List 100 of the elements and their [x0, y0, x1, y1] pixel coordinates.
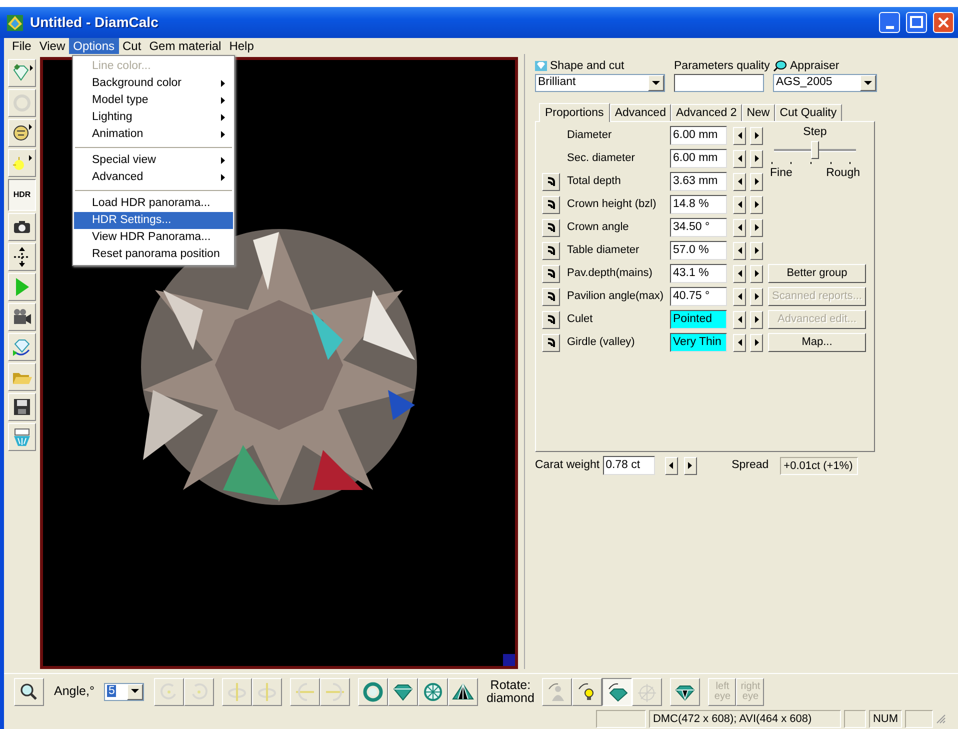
- menu-item[interactable]: Advanced: [74, 169, 233, 186]
- value-field[interactable]: 14.8 %: [670, 195, 727, 214]
- decrement-button[interactable]: [733, 334, 746, 352]
- tab[interactable]: Proportions: [539, 103, 610, 122]
- action-button[interactable]: Map...: [768, 333, 866, 352]
- lock-button[interactable]: [542, 264, 560, 282]
- lock-button[interactable]: [542, 218, 560, 236]
- decrement-button[interactable]: [733, 126, 746, 144]
- menu-item[interactable]: Cut: [118, 38, 146, 54]
- lock-button[interactable]: [542, 334, 560, 352]
- menu-item[interactable]: Model type: [74, 92, 233, 109]
- value-field[interactable]: 34.50 °: [670, 218, 727, 237]
- action-button[interactable]: Better group: [768, 264, 866, 283]
- tab[interactable]: New: [742, 104, 775, 121]
- tab[interactable]: Advanced: [610, 104, 671, 121]
- increment-button[interactable]: [750, 218, 763, 236]
- increment-button[interactable]: [750, 310, 763, 328]
- shape-dropdown[interactable]: Brilliant: [535, 74, 665, 92]
- menu-item[interactable]: Options: [69, 38, 118, 54]
- menu-item[interactable]: View: [35, 38, 70, 54]
- increment-button[interactable]: [750, 242, 763, 260]
- menu-item[interactable]: Animation: [74, 126, 233, 143]
- resize-handle[interactable]: [503, 654, 515, 666]
- menu-item[interactable]: Background color: [74, 75, 233, 92]
- maximize-button[interactable]: [906, 12, 927, 33]
- minimize-button[interactable]: [879, 12, 900, 33]
- increment-button[interactable]: [750, 150, 763, 168]
- left-arrow-icon: [738, 201, 742, 208]
- decrement-button[interactable]: [733, 310, 746, 328]
- left-arrow-icon: [738, 155, 742, 162]
- left-arrow-icon: [738, 178, 742, 185]
- quality-field[interactable]: [674, 74, 764, 92]
- lock-button[interactable]: [542, 242, 560, 260]
- decrement-button[interactable]: [733, 288, 746, 306]
- value-field[interactable]: 0.78 ct: [602, 456, 655, 475]
- app-icon: [6, 14, 24, 32]
- menu-item[interactable]: Special view: [74, 152, 233, 169]
- value-field[interactable]: 3.63 mm: [670, 172, 727, 191]
- value-field[interactable]: Very Thin: [670, 333, 727, 352]
- increment-button[interactable]: [750, 196, 763, 214]
- toolbar-label: Rotate: diamond: [485, 678, 536, 704]
- lock-button[interactable]: [542, 288, 560, 306]
- value-field[interactable]: 6.00 mm: [670, 149, 727, 168]
- increment-button[interactable]: [750, 172, 763, 190]
- increment-button[interactable]: [750, 126, 763, 144]
- hdr-button[interactable]: HDR: [8, 179, 36, 211]
- menu-item[interactable]: File: [8, 38, 36, 54]
- increment-button[interactable]: [750, 264, 763, 282]
- decrement-button[interactable]: [733, 196, 746, 214]
- angle-dropdown[interactable]: 5: [104, 682, 144, 700]
- spin-left-icon: [226, 680, 248, 702]
- menu-item[interactable]: Gem material: [145, 38, 226, 54]
- decrement-button[interactable]: [664, 456, 678, 474]
- field-label: Total depth: [566, 174, 621, 190]
- decrement-button[interactable]: [733, 150, 746, 168]
- increment-button[interactable]: [750, 288, 763, 306]
- left-arrow-icon: [738, 247, 742, 254]
- close-button[interactable]: [933, 12, 954, 33]
- value-field[interactable]: 6.00 mm: [670, 126, 727, 145]
- decrement-button[interactable]: [733, 264, 746, 282]
- resize-grip-icon: [936, 714, 946, 724]
- right-arrow-icon: [688, 462, 692, 469]
- appraiser-dropdown[interactable]: AGS_2005: [773, 74, 877, 92]
- field-label: Table diameter: [566, 243, 640, 258]
- tab[interactable]: Advanced 2: [670, 104, 742, 121]
- increment-button[interactable]: [684, 456, 697, 474]
- right-arrow-icon: [754, 155, 758, 162]
- field-label: Appraiser: [790, 59, 840, 74]
- value-field: +0.01ct (+1%): [780, 456, 858, 474]
- decrement-button[interactable]: [733, 172, 746, 190]
- caret-icon: [131, 689, 140, 694]
- gem-pavilion-icon: [452, 680, 474, 702]
- menu-item[interactable]: View HDR Panorama...: [74, 229, 233, 246]
- tab[interactable]: Cut Quality: [774, 104, 842, 121]
- tilt-down-icon: [324, 680, 346, 702]
- left-arrow-icon: [738, 224, 742, 231]
- value-field[interactable]: 43.1 %: [670, 264, 727, 283]
- value-field[interactable]: 40.75 °: [670, 287, 727, 306]
- left-arrow-icon: [669, 462, 674, 469]
- menu-item[interactable]: Reset panorama position: [74, 246, 233, 263]
- slider-thumb[interactable]: [811, 141, 819, 160]
- menu-item[interactable]: HDR Settings...: [74, 212, 233, 229]
- submenu-arrow-icon: [221, 174, 225, 181]
- menu-item[interactable]: Load HDR panorama...: [74, 195, 233, 212]
- value-field[interactable]: 57.0 %: [670, 241, 727, 260]
- decrement-button[interactable]: [733, 242, 746, 260]
- menu-item[interactable]: Help: [225, 38, 258, 54]
- increment-button[interactable]: [750, 334, 763, 352]
- slider-max-label: Rough: [826, 166, 860, 182]
- field-label: Pavilion angle(max): [566, 289, 664, 304]
- lock-button[interactable]: [542, 172, 560, 190]
- value-field[interactable]: Pointed: [670, 310, 727, 329]
- gem-icon: [606, 680, 628, 702]
- status-text: NUM: [868, 710, 902, 728]
- submenu-arrow-icon: [221, 131, 225, 138]
- lock-button[interactable]: [542, 196, 560, 214]
- decrement-button[interactable]: [733, 218, 746, 236]
- menu-item[interactable]: Lighting: [74, 109, 233, 126]
- lock-button[interactable]: [542, 310, 560, 328]
- toolbar-button[interactable]: [602, 678, 632, 706]
